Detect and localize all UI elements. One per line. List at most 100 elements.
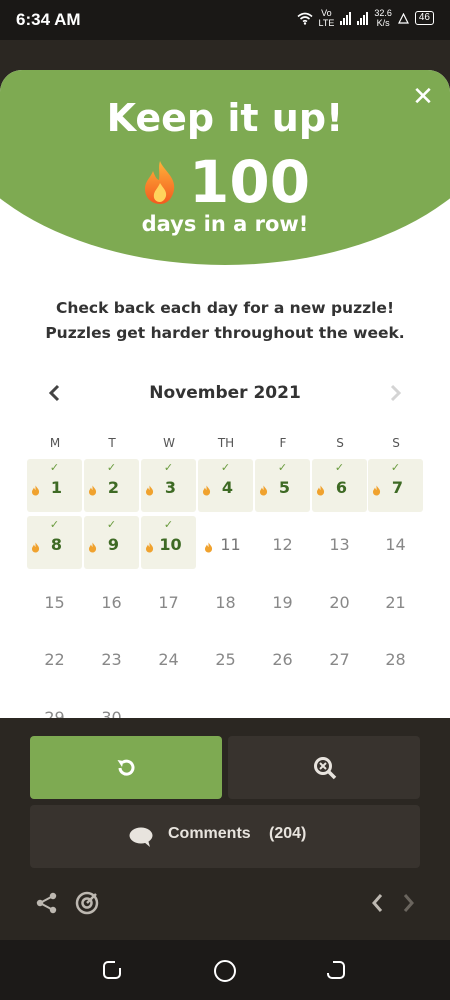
status-bar: 6:34 AM Vo LTE 32.6 K/s 46 [0,0,450,40]
calendar-day[interactable]: 25 [198,631,253,684]
calendar-day[interactable]: ✓ 3 [141,459,196,512]
day-number: 2 [107,478,120,497]
target-icon [75,891,99,915]
message: Check back each day for a new puzzle! Pu… [0,296,450,346]
calendar-day[interactable]: 19 [255,574,310,627]
calendar-day[interactable]: 14 [368,516,423,569]
calendar-day[interactable]: 18 [198,574,253,627]
day-number: 5 [278,478,291,497]
day-number: 16 [101,593,122,612]
day-number: 29 [44,708,65,718]
check-icon: ✓ [49,461,60,474]
check-icon: ✓ [277,461,288,474]
recents-button[interactable] [100,958,126,984]
status-icons: Vo LTE 32.6 K/s 46 [296,8,434,28]
day-number: 7 [391,478,404,497]
home-icon [214,960,236,982]
calendar-day[interactable]: ✓ 4 [198,459,253,512]
streak-count: 100 [0,148,450,216]
calendar-day[interactable]: 11 [198,516,253,569]
check-icon: ✓ [334,461,345,474]
calendar-day[interactable]: ✓ 1 [27,459,82,512]
day-number: 14 [385,535,406,554]
streak-label: days in a row! [141,212,309,236]
calendar-day[interactable]: ✓ 2 [84,459,139,512]
calendar-day[interactable]: 23 [84,631,139,684]
weekday-label: S [392,436,400,450]
network-speed: 32.6 K/s [374,8,392,28]
calendar-day[interactable]: ✓ 8 [27,516,82,569]
message-line-2: Puzzles get harder throughout the week. [45,324,405,342]
next-month-button[interactable] [384,382,406,404]
calendar-day[interactable]: ✓ 9 [84,516,139,569]
chevron-right-icon [390,384,402,402]
streak-modal: ✕ Keep it up! 100 days in a row! Check b… [0,70,450,718]
calendar-day[interactable]: 15 [27,574,82,627]
calendar-day[interactable]: ✓ 10 [141,516,196,569]
share-icon [36,892,57,914]
calendar-day[interactable]: 27 [312,631,367,684]
day-number: 6 [335,478,348,497]
day-number: 12 [272,535,293,554]
calendar-day[interactable]: 24 [141,631,196,684]
day-number: 19 [272,593,293,612]
share-button[interactable] [34,890,62,918]
calendar-day[interactable]: ✓ 5 [255,459,310,512]
weekday-label: F [279,436,287,450]
calendar-day[interactable]: 20 [312,574,367,627]
day-number: 3 [164,478,177,497]
modal-title: Keep it up! [106,96,344,140]
calendar-day[interactable]: 13 [312,516,367,569]
calendar-month: November 2021 [149,383,301,403]
comment-icon [129,827,153,847]
status-time: 6:34 AM [16,10,81,29]
check-icon: ✓ [106,518,117,531]
alert-icon [397,12,409,24]
day-number: 23 [101,650,122,669]
streak-number: 100 [189,148,311,216]
day-number: 30 [101,708,122,718]
message-line-1: Check back each day for a new puzzle! [55,299,395,317]
day-number: 10 [159,535,182,554]
wifi-icon [296,12,313,25]
back-button[interactable] [324,958,350,984]
check-icon: ✓ [163,461,174,474]
calendar-day[interactable]: ✓ 7 [368,459,423,512]
calendar-day[interactable]: 30 [84,689,139,718]
network-lte: LTE [318,18,335,28]
network-vo: Vo [321,8,332,18]
chevron-right-icon [403,894,414,912]
weekday-label: TH [217,436,235,450]
next-puzzle-button[interactable] [396,890,424,918]
action-row [30,736,420,799]
calendar-day[interactable]: 29 [27,689,82,718]
reveal-button[interactable] [228,736,420,799]
calendar-day[interactable]: 16 [84,574,139,627]
calendar-day[interactable]: 21 [368,574,423,627]
day-number: 8 [50,535,63,554]
home-button[interactable] [212,958,238,984]
day-number: 1 [50,478,63,497]
day-number: 15 [44,593,65,612]
comments-button[interactable]: Comments (204) [30,805,420,868]
check-icon: ✓ [220,461,231,474]
retry-button[interactable] [30,736,222,799]
day-number: 26 [272,650,293,669]
calendar-day[interactable]: 28 [368,631,423,684]
day-number: 18 [215,593,236,612]
calendar-day[interactable]: 26 [255,631,310,684]
calendar-day[interactable]: 12 [255,516,310,569]
calendar-day[interactable]: 22 [27,631,82,684]
day-number: 24 [158,650,179,669]
retry-icon [117,759,135,776]
comments-count: (204) [269,825,307,842]
previous-puzzle-button[interactable] [366,890,394,918]
day-number: 20 [329,593,350,612]
stats-button[interactable] [74,890,102,918]
day-number: 25 [215,650,236,669]
calendar-day[interactable]: 17 [141,574,196,627]
day-number: 22 [44,650,65,669]
calendar-day[interactable]: ✓ 6 [312,459,367,512]
weekday-label: W [163,436,175,450]
reveal-icon [314,757,337,780]
